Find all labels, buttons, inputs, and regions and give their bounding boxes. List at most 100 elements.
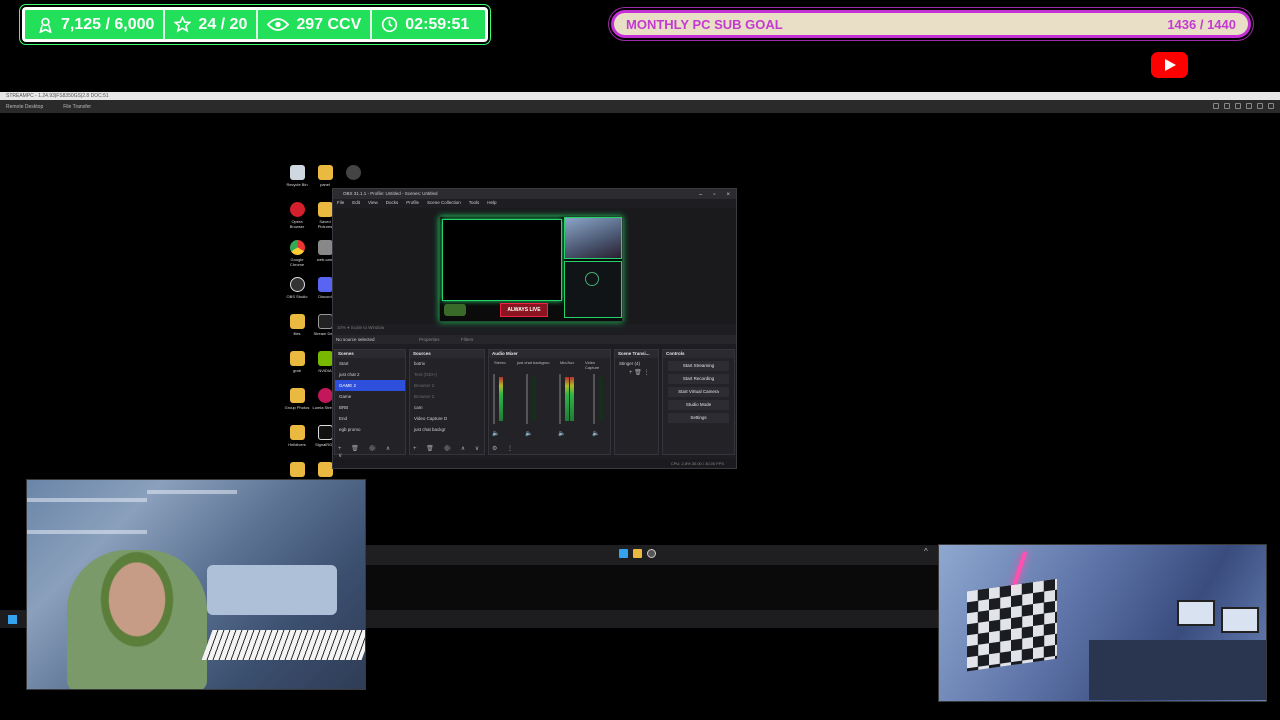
transition-toolbar[interactable]: + 🗑 ⋮ — [615, 369, 658, 376]
fullscreen-icon[interactable] — [1257, 103, 1263, 109]
uptime-value: 02:59:51 — [405, 15, 470, 33]
keyboard-icon[interactable] — [1246, 103, 1252, 109]
settings-button[interactable]: Settings — [668, 413, 729, 423]
desktop-icon-panel[interactable]: panel — [312, 165, 338, 187]
file-transfer-tab[interactable]: File Transfer — [63, 104, 91, 110]
source-item[interactable]: Browser 2 — [410, 380, 484, 391]
channel-logo — [444, 304, 466, 316]
filters-button[interactable]: Filters — [461, 335, 473, 344]
desktop-icon-group-photos[interactable]: Group Photos — [284, 388, 310, 410]
menu-profile[interactable]: Profile — [406, 199, 419, 207]
scene-item-game[interactable]: Game — [335, 391, 405, 402]
channel-label: Stereo — [494, 360, 506, 365]
source-item[interactable]: botrix — [410, 358, 484, 369]
desktop-icon-opera[interactable]: Opera Browser — [284, 202, 310, 229]
source-item[interactable]: Browser 2 — [410, 391, 484, 402]
obs-menubar: File Edit View Docks Profile Scene Colle… — [333, 199, 736, 207]
desktop-icon-recycle-bin[interactable]: Recycle Bin — [284, 165, 310, 187]
room-webcam — [938, 544, 1267, 702]
maximize-icon[interactable]: ▫ — [713, 190, 715, 200]
volume-meter — [499, 377, 503, 421]
remote-desktop-tab[interactable]: Remote Desktop — [6, 104, 43, 110]
scene-transitions-title: Scene Transi... — [615, 350, 658, 358]
folder-icon — [289, 351, 305, 366]
scene-item-egb-promo[interactable]: egb promo — [335, 424, 405, 435]
menu-edit[interactable]: Edit — [352, 199, 360, 207]
settings-icon[interactable] — [1213, 103, 1219, 109]
volume-fader[interactable] — [526, 374, 528, 424]
scene-item-start[interactable]: Start — [335, 358, 405, 369]
obs-taskbar-icon[interactable] — [647, 549, 656, 558]
speaker-icon[interactable]: 🔈 — [492, 430, 499, 437]
obs-preview[interactable]: ALWAYS LIVE — [333, 208, 736, 324]
volume-fader[interactable] — [559, 374, 561, 424]
logo-icon — [585, 272, 599, 286]
menu-view[interactable]: View — [368, 199, 378, 207]
chevron-up-icon[interactable]: ^ — [924, 547, 928, 556]
desktop-icon-files[interactable]: files — [284, 314, 310, 336]
close-icon[interactable]: × — [726, 190, 730, 200]
uptime-stat: 02:59:51 — [370, 10, 478, 39]
speaker-icon[interactable]: 🔈 — [592, 430, 599, 437]
studio-mode-button[interactable]: Studio Mode — [668, 400, 729, 410]
eye-icon — [267, 18, 290, 31]
sources-dock: Sources botrix Text (GDI+) Browser 2 Bro… — [409, 349, 485, 455]
scene-item-game-2[interactable]: GAME 2 — [335, 380, 405, 391]
folder-icon — [317, 462, 333, 477]
close-icon[interactable] — [1268, 103, 1274, 109]
menu-docks[interactable]: Docks — [386, 199, 399, 207]
windows-start-icon[interactable] — [8, 615, 17, 624]
desktop-icon-4k[interactable] — [340, 165, 366, 182]
source-item[interactable]: cam — [410, 402, 484, 413]
desktop-icon-helldivers[interactable]: Helldivers — [284, 425, 310, 447]
scene-item-just-chat-2[interactable]: just chat 2 — [335, 369, 405, 380]
speaker-icon[interactable]: 🔈 — [525, 430, 532, 437]
desktop-icon-grab[interactable]: grab — [284, 351, 310, 373]
remote-taskbar: ^ — [366, 545, 938, 565]
desktop-icon-obs[interactable]: OBS Studio — [284, 277, 310, 299]
scenes-dock: Scenes Start just chat 2 GAME 2 Game BRB… — [334, 349, 406, 459]
source-item[interactable]: just chat backgr — [410, 424, 484, 435]
sources-dock-toolbar[interactable]: + 🗑 ⚙ ∧ ∨ — [410, 445, 484, 452]
menu-help[interactable]: Help — [487, 199, 496, 207]
transition-select[interactable]: Stinger (4) — [615, 358, 658, 369]
start-recording-button[interactable]: Start Recording — [668, 374, 729, 384]
scene-item-brb[interactable]: BRB — [335, 402, 405, 413]
start-virtual-camera-button[interactable]: Start Virtual Camera — [668, 387, 729, 397]
followers-value: 7,125 / 6,000 — [61, 15, 155, 33]
menu-file[interactable]: File — [337, 199, 344, 207]
stream-deck-icon — [317, 314, 333, 329]
monitor-icon[interactable] — [1224, 103, 1230, 109]
minimize-icon[interactable]: – — [699, 190, 702, 200]
audio-mixer-toolbar[interactable]: ⚙ ⋮ — [489, 445, 610, 452]
zoom-select[interactable]: 10% ▾ Scale to Window — [337, 325, 384, 330]
volume-meter — [565, 377, 569, 421]
audio-mixer-dock: Audio Mixer Stereo just chat backgrou Mi… — [488, 349, 611, 455]
remote-desktop-titlebar: STREAMPC - 1.24.93|FS8350GS|2.8 DOC:51 — [0, 92, 1280, 100]
streamer-webcam — [26, 479, 366, 690]
chat-icon[interactable] — [1235, 103, 1241, 109]
scenes-dock-toolbar[interactable]: + 🗑 ⚙ ∧ ∨ — [335, 445, 405, 459]
scene-canvas[interactable]: ALWAYS LIVE — [439, 216, 623, 322]
preview-zoom-bar[interactable]: 10% ▾ Scale to Window — [333, 324, 736, 332]
webcam-frame — [564, 217, 622, 259]
menu-tools[interactable]: Tools — [469, 199, 480, 207]
menu-scene-collection[interactable]: Scene Collection — [427, 199, 461, 207]
properties-button[interactable]: Properties — [419, 335, 440, 344]
volume-fader[interactable] — [493, 374, 495, 424]
file-explorer-icon[interactable] — [633, 549, 642, 558]
speaker-icon[interactable]: 🔈 — [558, 430, 565, 437]
desktop-icon-folder-a[interactable] — [284, 462, 310, 479]
desktop-icon-chrome[interactable]: Google Chrome — [284, 240, 310, 267]
source-item[interactable]: Video Capture D — [410, 413, 484, 424]
obs-status-bar: CPU: 2.8% 30.00 / 30.00 FPS — [333, 459, 736, 468]
obs-icon — [289, 277, 305, 292]
source-item[interactable]: Text (GDI+) — [410, 369, 484, 380]
start-streaming-button[interactable]: Start Streaming — [668, 361, 729, 371]
chrome-icon — [289, 240, 305, 255]
windows-start-icon[interactable] — [619, 549, 628, 558]
folder-icon — [289, 388, 305, 403]
opera-icon — [289, 202, 305, 217]
volume-fader[interactable] — [593, 374, 595, 424]
scene-item-end[interactable]: End — [335, 413, 405, 424]
